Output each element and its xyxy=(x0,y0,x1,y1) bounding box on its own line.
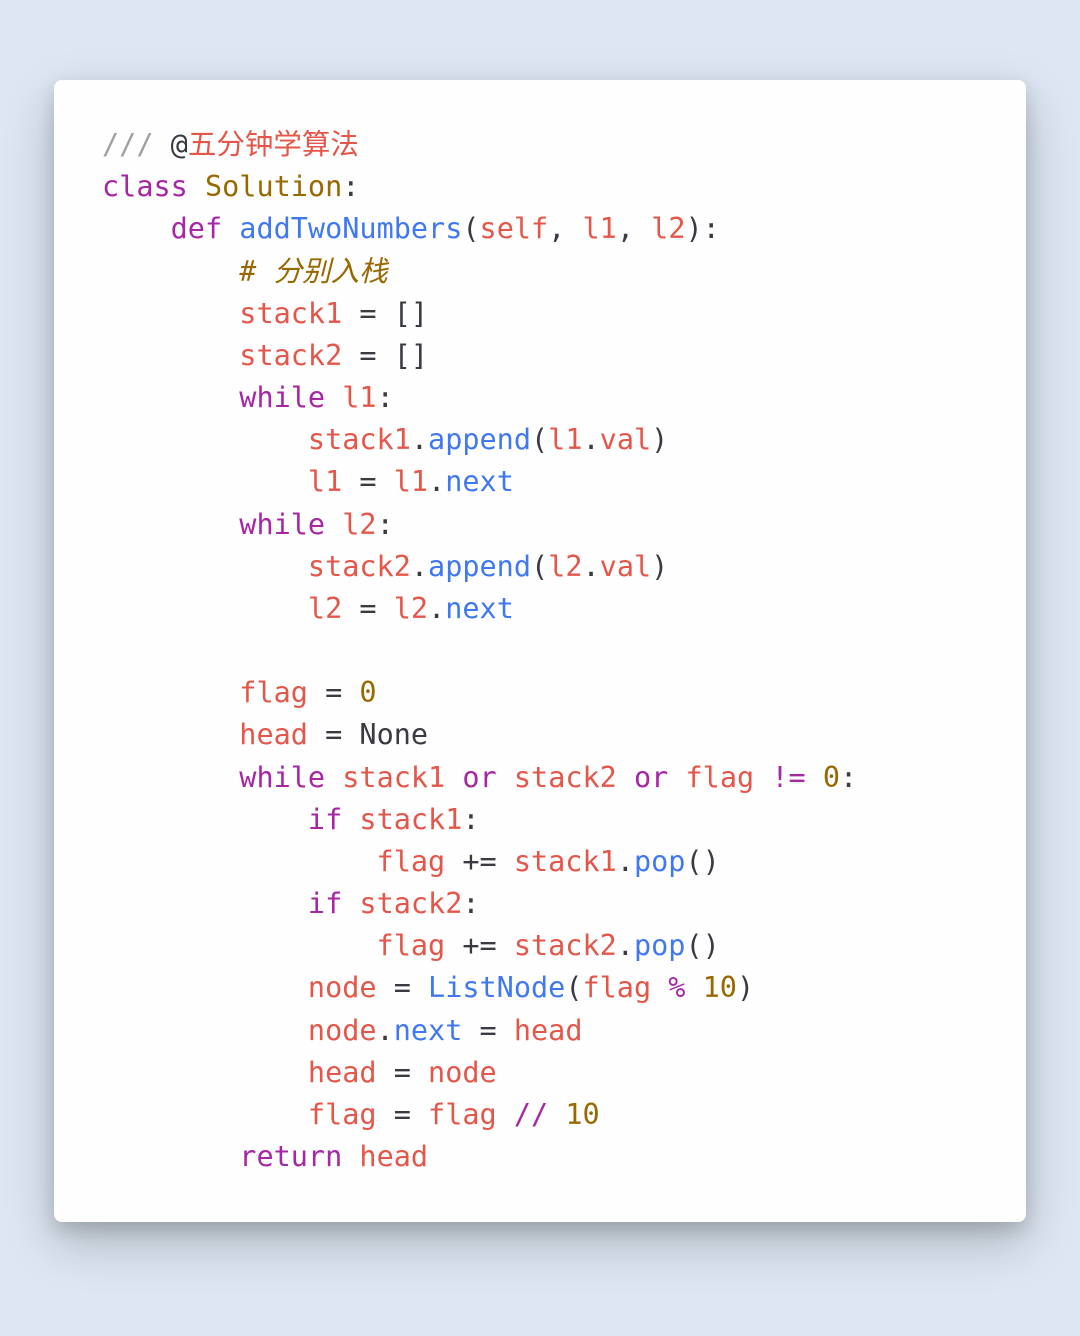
number-literal: 10 xyxy=(565,1098,599,1131)
number-literal: 0 xyxy=(359,676,376,709)
pop-method: pop xyxy=(634,929,685,962)
var-node: node xyxy=(308,971,377,1004)
class-name: Solution xyxy=(205,170,342,203)
l1-param: l1 xyxy=(583,212,617,245)
while-keyword: while xyxy=(239,381,325,414)
while-keyword: while xyxy=(239,761,325,794)
percent-operator: % xyxy=(668,971,685,1004)
next-attr: next xyxy=(445,592,514,625)
append-method: append xyxy=(428,550,531,583)
self-param: self xyxy=(480,212,549,245)
val-attr: val xyxy=(600,550,651,583)
if-keyword: if xyxy=(308,887,342,920)
listnode-call: ListNode xyxy=(428,971,565,1004)
pop-method: pop xyxy=(634,845,685,878)
code-block: /// @五分钟学算法 class Solution: def addTwoNu… xyxy=(102,124,978,1178)
if-keyword: if xyxy=(308,803,342,836)
l2-param: l2 xyxy=(651,212,685,245)
code-card: /// @五分钟学算法 class Solution: def addTwoNu… xyxy=(54,80,1026,1222)
or-keyword: or xyxy=(634,761,668,794)
def-keyword: def xyxy=(171,212,222,245)
func-name: addTwoNumbers xyxy=(239,212,462,245)
while-keyword: while xyxy=(239,508,325,541)
next-attr: next xyxy=(394,1014,463,1047)
append-method: append xyxy=(428,423,531,456)
comment-triple-slash: /// @五分钟学算法 xyxy=(102,128,359,161)
next-attr: next xyxy=(445,465,514,498)
var-stack2: stack2 xyxy=(239,339,342,372)
var-head: head xyxy=(239,718,308,751)
class-keyword: class xyxy=(102,170,188,203)
none-literal: None xyxy=(359,718,428,751)
neq-operator: != xyxy=(771,761,805,794)
var-flag: flag xyxy=(239,676,308,709)
val-attr: val xyxy=(600,423,651,456)
comment-stack: # 分别入栈 xyxy=(239,255,387,288)
var-stack1: stack1 xyxy=(239,297,342,330)
number-literal: 10 xyxy=(703,971,737,1004)
or-keyword: or xyxy=(462,761,496,794)
floordiv-operator: // xyxy=(514,1098,548,1131)
return-keyword: return xyxy=(239,1140,342,1173)
